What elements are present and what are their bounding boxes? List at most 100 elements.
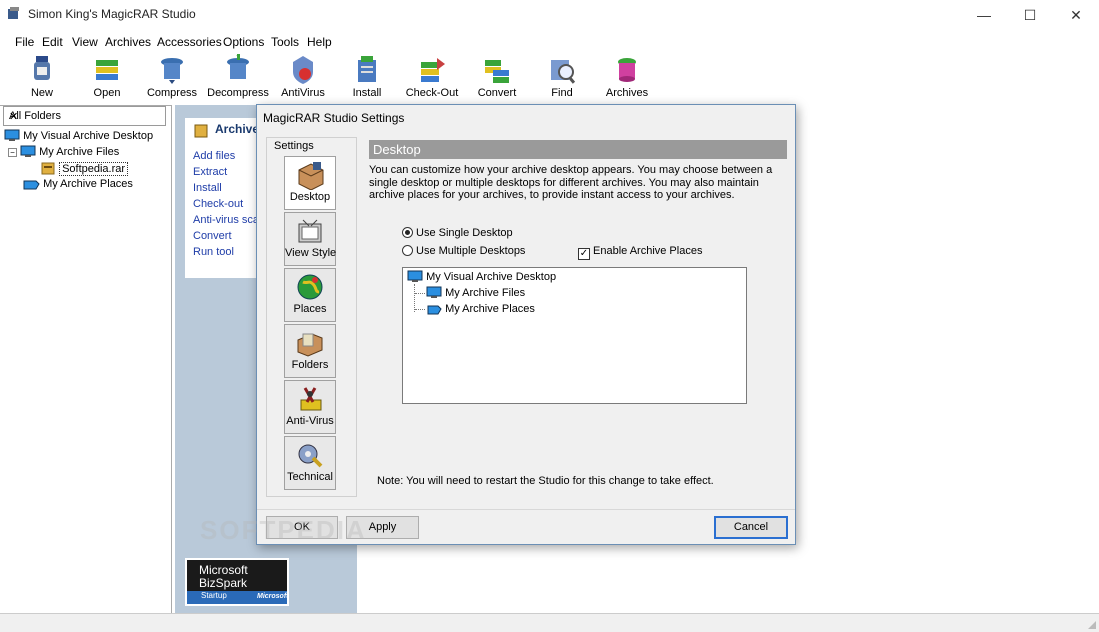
settings-nav-technical[interactable]: Technical <box>284 436 336 490</box>
checkmark-icon: ✓ <box>578 248 590 260</box>
checkbox-label: Enable Archive Places <box>593 245 703 257</box>
tree-item-archive-files[interactable]: − My Archive Files <box>8 145 119 158</box>
task-panel-title: Archive <box>215 122 260 136</box>
task-add-files-link[interactable]: Add files <box>193 150 235 162</box>
checkout-label: Check-Out <box>405 87 459 99</box>
archives-button[interactable]: Archives <box>594 52 660 102</box>
resize-grip-icon[interactable] <box>1085 618 1097 630</box>
radio-label: Use Single Desktop <box>416 227 513 239</box>
convert-button[interactable]: Convert <box>464 52 530 102</box>
menu-options[interactable]: Options <box>223 35 264 49</box>
enable-archive-places-checkbox[interactable]: ✓ Enable Archive Places <box>578 245 702 260</box>
collapse-icon[interactable]: − <box>8 148 17 157</box>
antivirus-label: AntiVirus <box>281 87 325 99</box>
preview-tree-desktop[interactable]: My Visual Archive Desktop <box>407 270 556 283</box>
settings-dialog: MagicRAR Studio Settings Settings Deskto… <box>256 104 796 545</box>
toolbar: New Open Compress Decompress AntiVirus I… <box>0 52 1099 102</box>
compress-icon <box>161 58 183 84</box>
antivirus-button[interactable]: AntiVirus <box>270 52 336 102</box>
task-extract-link[interactable]: Extract <box>193 166 227 178</box>
new-button[interactable]: New <box>9 52 75 102</box>
tree-label: My Archive Files <box>445 287 526 299</box>
menu-help[interactable]: Help <box>307 35 332 49</box>
desktop-settings-icon <box>298 162 324 190</box>
settings-nav-places[interactable]: Places <box>284 268 336 322</box>
task-convert-link[interactable]: Convert <box>193 230 232 242</box>
find-icon <box>551 60 576 84</box>
nav-label: Anti-Virus <box>286 415 334 427</box>
radio-label: Use Multiple Desktops <box>416 245 526 257</box>
archives-label: Archives <box>605 87 649 99</box>
nav-label: Folders <box>291 359 329 371</box>
menu-bar: File Edit View Archives Accessories Opti… <box>0 32 1099 52</box>
section-header: Desktop <box>369 140 787 159</box>
maximize-button[interactable]: ☐ <box>1007 0 1053 30</box>
desktop-icon <box>407 270 423 282</box>
menu-view[interactable]: View <box>72 35 98 49</box>
nav-label: Places <box>293 303 327 315</box>
menu-tools[interactable]: Tools <box>271 35 299 49</box>
decompress-icon <box>227 54 249 79</box>
settings-nav-desktop[interactable]: Desktop <box>284 156 336 210</box>
tree-label: My Archive Places <box>445 303 535 315</box>
find-button[interactable]: Find <box>529 52 595 102</box>
bizspark-badge[interactable]: Microsoft BizSpark Startup Microsoft <box>185 558 289 606</box>
folder-panel-close-icon[interactable]: ✕ <box>9 110 161 123</box>
antivirus-icon <box>293 56 313 84</box>
radio-unchecked-icon <box>402 245 413 256</box>
use-multiple-desktops-radio[interactable]: Use Multiple Desktops <box>402 245 525 257</box>
preview-tree-archive-files[interactable]: My Archive Files <box>426 286 525 299</box>
new-icon <box>34 56 50 80</box>
menu-archives[interactable]: Archives <box>105 35 151 49</box>
tree-item-desktop[interactable]: My Visual Archive Desktop <box>4 129 153 142</box>
view-style-icon <box>298 219 322 243</box>
compress-button[interactable]: Compress <box>139 52 205 102</box>
settings-nav-view-style[interactable]: View Style <box>284 212 336 266</box>
minimize-button[interactable]: — <box>961 0 1007 30</box>
tree-label: Softpedia.rar <box>59 162 129 176</box>
new-label: New <box>30 87 53 99</box>
places-folder-icon <box>427 305 442 315</box>
menu-edit[interactable]: Edit <box>42 35 63 49</box>
anti-virus-settings-icon <box>300 387 322 411</box>
compress-label: Compress <box>146 87 198 99</box>
find-label: Find <box>551 87 573 99</box>
tree-item-softpedia-rar[interactable]: Softpedia.rar <box>40 161 129 176</box>
monitor-icon <box>426 286 442 298</box>
menu-accessories[interactable]: Accessories <box>157 35 222 49</box>
open-button[interactable]: Open <box>74 52 140 102</box>
task-run-tool-link[interactable]: Run tool <box>193 246 234 258</box>
section-description: You can customize how your archive deskt… <box>369 164 773 201</box>
decompress-label: Decompress <box>207 87 269 99</box>
archive-task-icon <box>194 124 208 138</box>
decompress-button[interactable]: Decompress <box>205 52 271 102</box>
desktop-preview-tree[interactable]: My Visual Archive Desktop My Archive Fil… <box>402 267 747 404</box>
install-button[interactable]: Install <box>334 52 400 102</box>
archive-tasks-panel: Archive Add files Extract Install Check-… <box>185 118 265 278</box>
tree-label: My Visual Archive Desktop <box>23 130 154 142</box>
task-checkout-link[interactable]: Check-out <box>193 198 243 210</box>
tree-item-archive-places[interactable]: My Archive Places <box>22 177 133 190</box>
nav-label: Technical <box>287 471 333 483</box>
status-bar <box>0 613 1099 632</box>
settings-nav-folders[interactable]: Folders <box>284 324 336 378</box>
use-single-desktop-radio[interactable]: Use Single Desktop <box>402 227 513 239</box>
menu-file[interactable]: File <box>15 35 34 49</box>
settings-nav-anti-virus[interactable]: Anti-Virus <box>284 380 336 434</box>
close-button[interactable]: ✕ <box>1053 0 1099 30</box>
dialog-title: MagicRAR Studio Settings <box>263 111 405 125</box>
desktop-icon <box>4 129 20 141</box>
install-icon <box>358 56 376 82</box>
archives-icon <box>618 58 636 82</box>
checkout-button[interactable]: Check-Out <box>399 52 465 102</box>
cancel-button[interactable]: Cancel <box>714 516 788 539</box>
task-antivirus-link[interactable]: Anti-virus sca <box>193 214 265 226</box>
task-install-link[interactable]: Install <box>193 182 222 194</box>
window-title: Simon King's MagicRAR Studio <box>28 7 196 21</box>
preview-tree-archive-places[interactable]: My Archive Places <box>426 302 535 315</box>
open-label: Open <box>93 87 121 99</box>
dialog-divider <box>257 509 795 510</box>
app-icon <box>6 6 22 22</box>
radio-checked-icon <box>402 227 413 238</box>
install-label: Install <box>352 87 382 99</box>
